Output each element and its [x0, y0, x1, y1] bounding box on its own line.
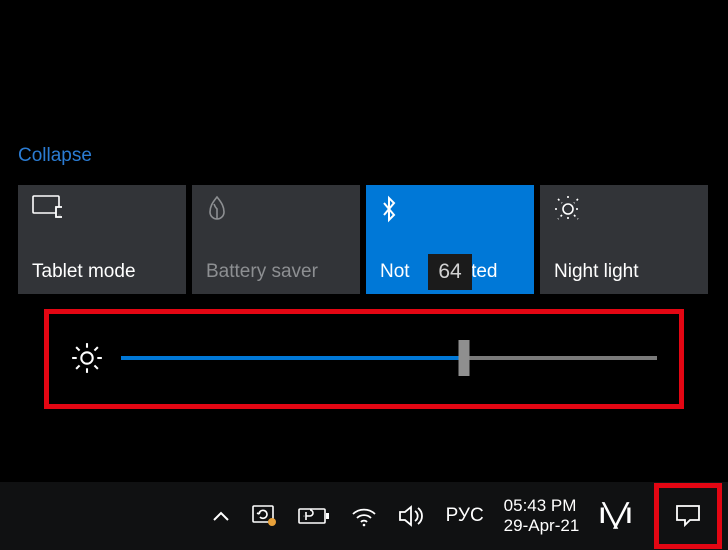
clock-date: 29-Apr-21	[504, 516, 580, 536]
bluetooth-icon	[380, 195, 522, 225]
battery-icon[interactable]	[298, 506, 330, 526]
brightness-icon	[71, 342, 103, 374]
action-center-button[interactable]	[654, 483, 722, 549]
quick-action-tiles: Tablet mode Battery saver Not cted	[18, 185, 710, 294]
app-icon[interactable]: I╲╱I	[599, 503, 630, 529]
brightness-value-tooltip: 64	[428, 254, 472, 290]
taskbar: РУС 05:43 PM 29-Apr-21 I╲╱I	[0, 482, 728, 550]
tile-tablet-mode[interactable]: Tablet mode	[18, 185, 186, 294]
tile-battery-saver[interactable]: Battery saver	[192, 185, 360, 294]
tray-overflow-chevron-icon[interactable]	[206, 510, 230, 522]
volume-icon[interactable]	[398, 504, 426, 528]
tile-label-prefix: Not	[380, 261, 410, 283]
clock[interactable]: 05:43 PM 29-Apr-21	[504, 496, 580, 537]
clock-time: 05:43 PM	[504, 496, 580, 516]
wifi-icon[interactable]	[350, 505, 378, 527]
tile-night-light[interactable]: Night light	[540, 185, 708, 294]
brightness-slider-thumb[interactable]	[459, 340, 470, 376]
tile-bluetooth[interactable]: Not cted 64	[366, 185, 534, 294]
brightness-slider-highlight	[44, 309, 684, 409]
tile-label: Tablet mode	[32, 261, 174, 283]
tile-label: Battery saver	[206, 261, 348, 283]
sync-icon[interactable]	[250, 503, 278, 529]
night-light-icon	[554, 195, 696, 225]
battery-saver-icon	[206, 195, 348, 225]
brightness-slider[interactable]	[121, 356, 657, 360]
tile-label: Night light	[554, 261, 696, 283]
collapse-link[interactable]: Collapse	[18, 145, 710, 167]
language-indicator[interactable]: РУС	[446, 505, 484, 527]
tablet-mode-icon	[32, 195, 174, 225]
